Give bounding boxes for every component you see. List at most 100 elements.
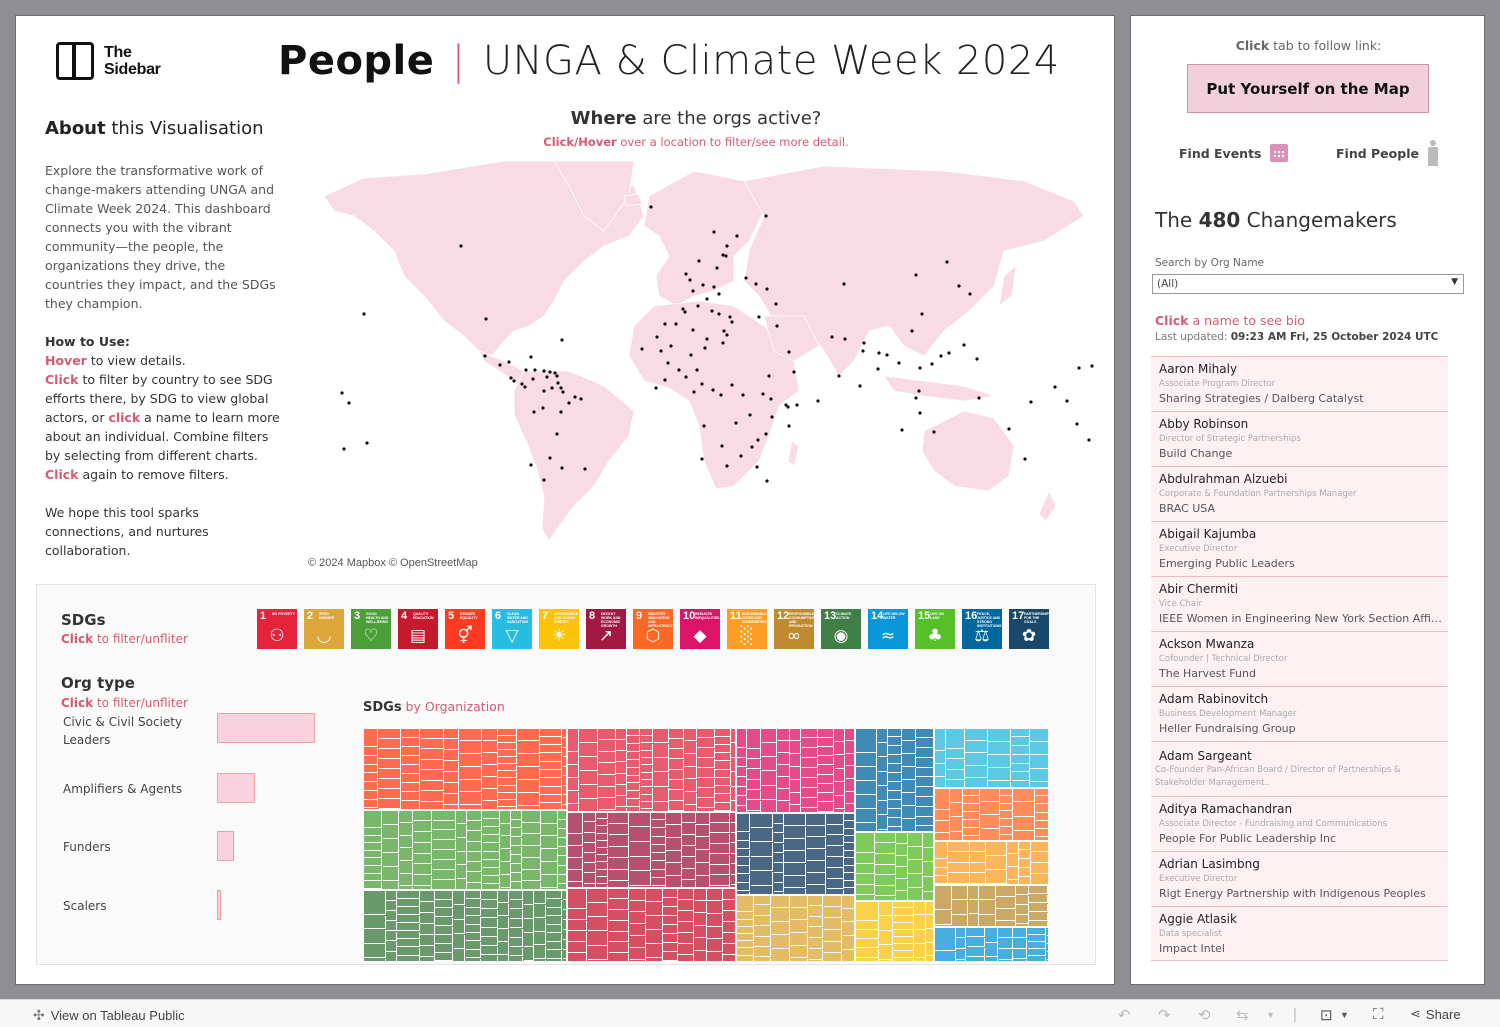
treemap-org-cell[interactable]: [827, 889, 844, 894]
person-list-item[interactable]: Abir Chermiti Vice Chair IEEE Women in E…: [1151, 576, 1448, 631]
treemap-org-cell[interactable]: [879, 931, 894, 946]
treemap-org-cell[interactable]: [444, 783, 460, 794]
map-location-dot[interactable]: [721, 253, 725, 257]
person-list-item[interactable]: Abigail Kajumba Executive Director Emerg…: [1151, 521, 1448, 576]
map-location-dot[interactable]: [362, 312, 366, 316]
treemap-org-cell[interactable]: [567, 920, 588, 932]
treemap-org-cell[interactable]: [877, 786, 888, 801]
treemap-org-cell[interactable]: [401, 801, 421, 810]
treemap-org-cell[interactable]: [902, 754, 916, 768]
treemap-org-cell[interactable]: [773, 863, 784, 873]
treemap-org-cell[interactable]: [567, 870, 584, 882]
treemap-org-cell[interactable]: [640, 736, 654, 744]
map-location-dot[interactable]: [917, 389, 921, 393]
treemap-org-cell[interactable]: [663, 934, 678, 944]
treemap-org-cell[interactable]: [523, 891, 534, 905]
treemap-org-cell[interactable]: [908, 860, 924, 875]
treemap-org-cell[interactable]: [567, 834, 584, 846]
treemap-org-cell[interactable]: [774, 892, 784, 894]
treemap-org-cell[interactable]: [1008, 880, 1019, 885]
treemap-group-sdg-4[interactable]: [567, 889, 735, 961]
treemap-org-cell[interactable]: [778, 801, 790, 813]
treemap-org-cell[interactable]: [723, 933, 735, 944]
treemap-org-cell[interactable]: [736, 787, 747, 797]
treemap-org-cell[interactable]: [397, 907, 420, 915]
treemap-org-cell[interactable]: [382, 867, 400, 882]
map-location-dot[interactable]: [757, 315, 761, 319]
treemap-org-cell[interactable]: [761, 786, 777, 800]
treemap-org-cell[interactable]: [834, 742, 846, 756]
map-location-dot[interactable]: [787, 424, 791, 428]
treemap-org-cell[interactable]: [467, 862, 483, 873]
treemap-org-cell[interactable]: [1030, 769, 1048, 783]
person-list-item[interactable]: Aaron Mihaly Associate Program Director …: [1151, 356, 1448, 411]
map-location-dot[interactable]: [792, 370, 796, 374]
treemap-org-cell[interactable]: [669, 759, 685, 770]
treemap-org-cell[interactable]: [771, 895, 791, 909]
treemap-org-cell[interactable]: [750, 842, 774, 857]
map-location-dot[interactable]: [1077, 366, 1081, 370]
treemap-org-cell[interactable]: [596, 862, 609, 870]
treemap-org-cell[interactable]: [444, 761, 460, 772]
treemap-org-cell[interactable]: [790, 780, 802, 793]
treemap-org-cell[interactable]: [935, 868, 948, 876]
treemap-org-cell[interactable]: [935, 833, 951, 840]
treemap-org-cell[interactable]: [629, 857, 652, 872]
treemap-org-cell[interactable]: [364, 874, 383, 882]
map-location-dot[interactable]: [858, 384, 862, 388]
treemap-org-cell[interactable]: [888, 764, 902, 774]
treemap-org-cell[interactable]: [646, 902, 663, 917]
treemap-org-cell[interactable]: [697, 778, 715, 789]
org-type-bar[interactable]: [217, 831, 234, 861]
sdg-14-icon[interactable]: 14 Life Below Water ≈: [868, 609, 908, 649]
treemap-org-cell[interactable]: [761, 729, 777, 743]
treemap-org-cell[interactable]: [596, 870, 609, 877]
treemap-org-cell[interactable]: [651, 820, 666, 829]
treemap-org-cell[interactable]: [935, 788, 951, 810]
treemap-org-cell[interactable]: [948, 841, 971, 853]
treemap-org-cell[interactable]: [546, 925, 563, 934]
treemap-org-cell[interactable]: [596, 834, 609, 841]
treemap-org-cell[interactable]: [562, 950, 566, 960]
treemap-org-cell[interactable]: [935, 810, 951, 822]
treemap-org-cell[interactable]: [459, 792, 483, 806]
treemap-org-cell[interactable]: [818, 756, 835, 766]
treemap-org-cell[interactable]: [818, 793, 835, 803]
treemap-org-cell[interactable]: [435, 891, 454, 900]
treemap-org-cell[interactable]: [747, 790, 762, 801]
treemap-org-cell[interactable]: [596, 819, 609, 827]
treemap-org-cell[interactable]: [616, 796, 627, 808]
treemap-org-cell[interactable]: [823, 895, 843, 907]
treemap-org-cell[interactable]: [888, 800, 902, 809]
treemap-org-cell[interactable]: [747, 800, 762, 811]
treemap-org-cell[interactable]: [784, 851, 807, 864]
treemap-org-cell[interactable]: [540, 795, 562, 804]
map-location-dot[interactable]: [968, 292, 972, 296]
treemap-org-cell[interactable]: [498, 771, 518, 779]
map-location-dot[interactable]: [765, 287, 769, 291]
treemap-org-cell[interactable]: [855, 795, 878, 809]
treemap-org-cell[interactable]: [498, 955, 510, 961]
treemap-org-cell[interactable]: [801, 788, 818, 799]
treemap-org-cell[interactable]: [888, 729, 902, 738]
treemap-org-cell[interactable]: [750, 871, 774, 886]
map-location-dot[interactable]: [691, 328, 695, 332]
treemap-org-cell[interactable]: [908, 833, 924, 847]
treemap-org-cell[interactable]: [558, 820, 566, 829]
treemap-org-cell[interactable]: [697, 798, 715, 809]
map-location-dot[interactable]: [914, 273, 918, 277]
treemap-org-cell[interactable]: [965, 753, 988, 766]
treemap-org-cell[interactable]: [834, 769, 846, 783]
treemap-org-cell[interactable]: [482, 852, 501, 860]
treemap-org-cell[interactable]: [696, 863, 710, 876]
treemap-org-cell[interactable]: [378, 729, 402, 739]
treemap-org-cell[interactable]: [1031, 852, 1048, 863]
treemap-org-cell[interactable]: [893, 937, 915, 944]
map-location-dot[interactable]: [764, 432, 768, 436]
treemap-org-cell[interactable]: [596, 848, 609, 856]
treemap-org-cell[interactable]: [888, 755, 902, 765]
treemap-org-cell[interactable]: [844, 851, 854, 859]
treemap-org-cell[interactable]: [808, 895, 824, 906]
treemap-org-cell[interactable]: [979, 900, 996, 915]
treemap-org-cell[interactable]: [855, 921, 879, 930]
